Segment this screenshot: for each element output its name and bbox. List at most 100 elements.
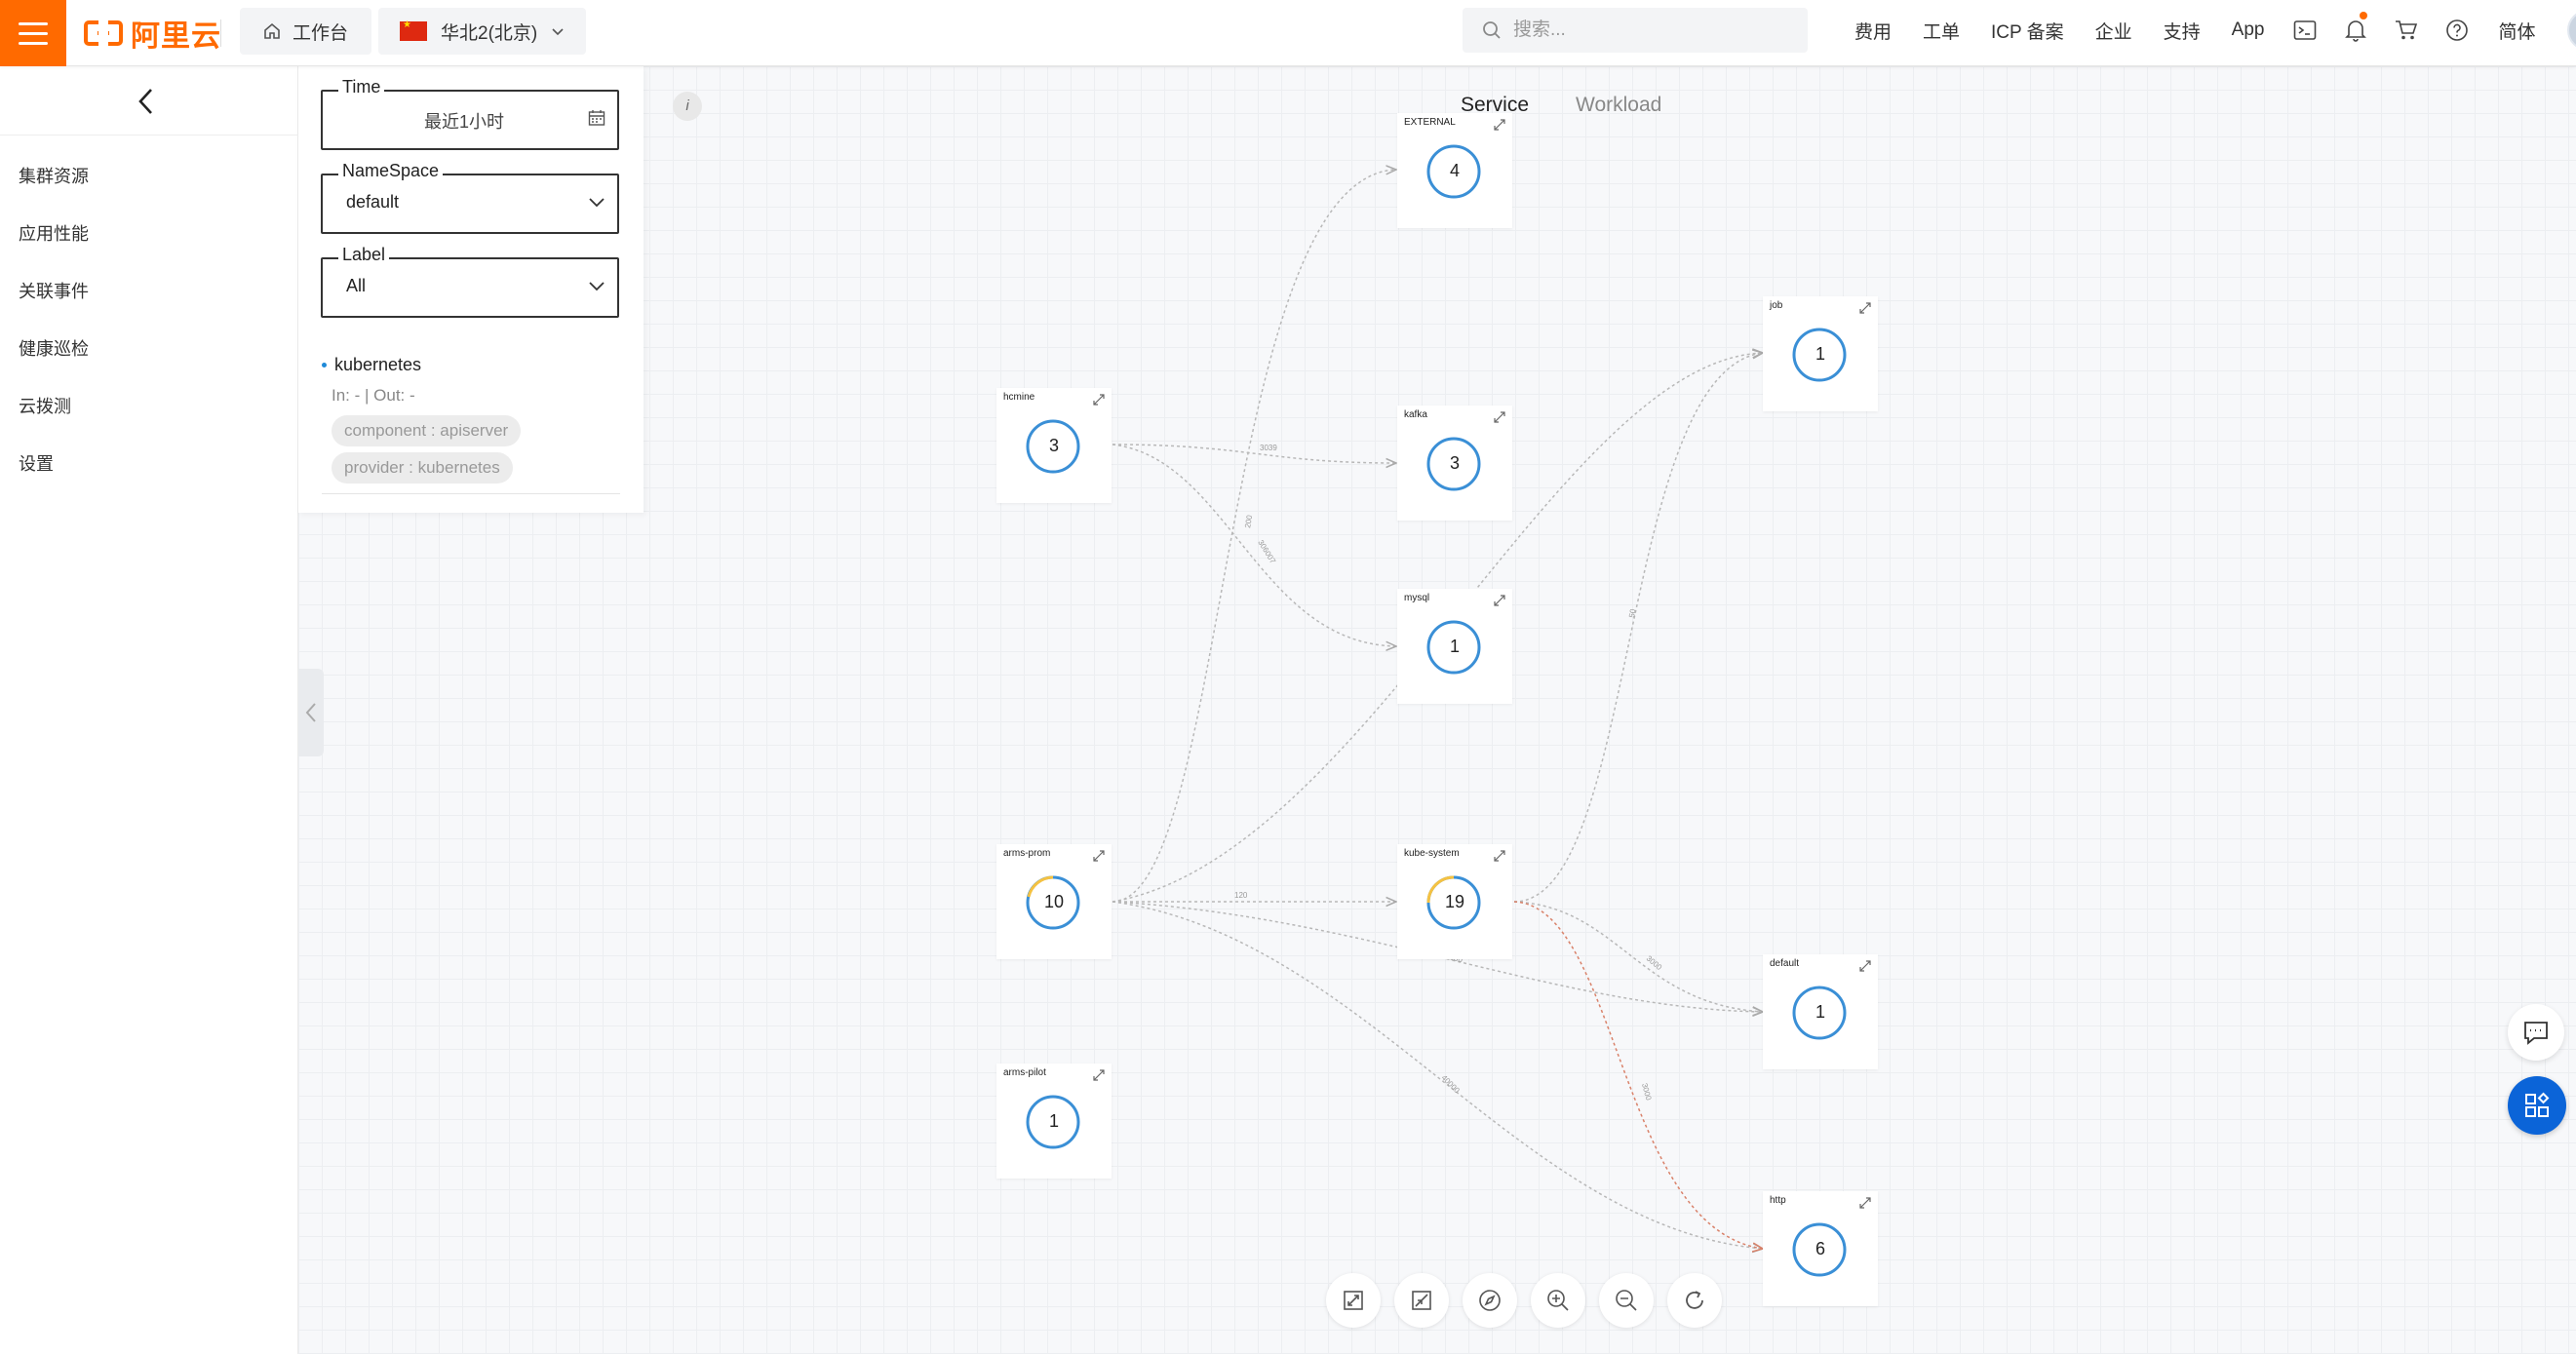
- graph-node-arms-prom[interactable]: arms-prom 10: [996, 844, 1112, 959]
- expand-icon[interactable]: [1092, 393, 1106, 406]
- nav-enterprise[interactable]: 企业: [2080, 18, 2148, 44]
- user-avatar[interactable]: [2566, 10, 2576, 51]
- help-icon[interactable]: [2432, 0, 2482, 60]
- expand-icon[interactable]: [1858, 959, 1872, 973]
- search-box[interactable]: [1463, 8, 1808, 53]
- tab-workload[interactable]: Workload: [1576, 94, 1661, 123]
- refresh-icon[interactable]: [1667, 1273, 1722, 1328]
- selected-node-title: kubernetes: [322, 355, 421, 375]
- namespace-select[interactable]: NameSpace default: [321, 161, 619, 234]
- expand-icon[interactable]: [1092, 849, 1106, 863]
- sidebar-item-app-performance[interactable]: 应用性能: [0, 206, 298, 263]
- back-arrow-icon[interactable]: [127, 82, 166, 121]
- graph-node-kube-system[interactable]: kube-system 19: [1397, 844, 1512, 959]
- selected-node-name: kubernetes: [334, 355, 422, 374]
- time-picker[interactable]: Time 最近1小时: [321, 77, 619, 150]
- expand-icon[interactable]: [1493, 410, 1506, 424]
- menu-icon[interactable]: [0, 0, 66, 66]
- search-icon: [1483, 21, 1501, 39]
- bell-icon[interactable]: [2330, 0, 2381, 60]
- label-value: All: [346, 276, 367, 295]
- expand-icon[interactable]: [1493, 118, 1506, 132]
- home-icon: [264, 22, 280, 39]
- node-label: default: [1770, 958, 1800, 969]
- sidebar-item-health-check[interactable]: 健康巡检: [0, 321, 298, 378]
- zoom-out-icon[interactable]: [1599, 1273, 1654, 1328]
- expand-icon[interactable]: [1493, 849, 1506, 863]
- node-label: arms-prom: [1003, 848, 1051, 859]
- expand-icon[interactable]: [1858, 1196, 1872, 1210]
- nav-icp[interactable]: ICP 备案: [1975, 18, 2080, 44]
- node-label: hcmine: [1003, 392, 1035, 403]
- actual-size-icon[interactable]: [1394, 1273, 1449, 1328]
- workbench-label: 工作台: [293, 22, 349, 44]
- chevron-down-icon: [589, 198, 605, 208]
- logo-text: 阿里云: [131, 20, 221, 53]
- sidebar-menu: 集群资源 应用性能 关联事件 健康巡检 云拨测 设置: [0, 148, 298, 493]
- node-count: 6: [1815, 1239, 1825, 1258]
- sidebar-item-settings[interactable]: 设置: [0, 436, 298, 493]
- nav-app[interactable]: App: [2216, 19, 2281, 41]
- graph-node-arms-pilot[interactable]: arms-pilot 1: [996, 1064, 1112, 1179]
- aliyun-logo[interactable]: 阿里云: [84, 14, 221, 53]
- compass-icon[interactable]: [1463, 1273, 1517, 1328]
- region-selector[interactable]: 华北2(北京): [378, 8, 587, 55]
- divider: [220, 19, 221, 47]
- logo-mark-icon: [84, 20, 123, 46]
- sidebar-item-cloud-probe[interactable]: 云拨测: [0, 378, 298, 436]
- node-label: EXTERNAL: [1404, 117, 1456, 128]
- label-label: Label: [338, 245, 390, 265]
- language-switch[interactable]: 简体: [2482, 18, 2551, 44]
- tag-provider: provider : kubernetes: [332, 452, 513, 484]
- tag-component: component : apiserver: [332, 415, 522, 446]
- node-label: mysql: [1404, 593, 1430, 603]
- graph-toolbar: [1326, 1273, 1722, 1328]
- node-count: 1: [1815, 344, 1825, 364]
- sidebar: 集群资源 应用性能 关联事件 健康巡检 云拨测 设置: [0, 66, 298, 1354]
- graph-node-job[interactable]: job 1: [1763, 296, 1878, 411]
- fit-view-icon[interactable]: [1326, 1273, 1381, 1328]
- search-input[interactable]: [1513, 19, 1786, 41]
- node-count: 3: [1048, 436, 1059, 455]
- namespace-value: default: [346, 192, 400, 212]
- graph-node-default[interactable]: default 1: [1763, 954, 1878, 1069]
- namespace-label: NameSpace: [338, 161, 444, 181]
- graph-node-mysql[interactable]: mysql 1: [1397, 589, 1512, 704]
- label-select[interactable]: Label All: [321, 245, 619, 318]
- sidebar-item-cluster-resources[interactable]: 集群资源: [0, 148, 298, 206]
- top-nav: 费用 工单 ICP 备案 企业 支持 App 简体: [1839, 0, 2576, 60]
- chat-icon[interactable]: [2508, 1004, 2564, 1061]
- node-count: 1: [1048, 1111, 1059, 1131]
- node-count: 4: [1449, 161, 1460, 180]
- top-bar: 阿里云 工作台 华北2(北京) 费用 工单 ICP 备案 企业 支持 App: [0, 0, 2576, 66]
- graph-node-hcmine[interactable]: hcmine 3: [996, 388, 1112, 503]
- nav-tickets[interactable]: 工单: [1907, 18, 1975, 44]
- chevron-left-icon: [305, 703, 316, 722]
- nav-billing[interactable]: 费用: [1839, 18, 1907, 44]
- expand-icon[interactable]: [1858, 301, 1872, 315]
- workbench-button[interactable]: 工作台: [240, 8, 372, 55]
- node-count: 19: [1444, 892, 1465, 911]
- chevron-down-icon: [589, 282, 605, 291]
- terminal-icon[interactable]: [2280, 0, 2330, 60]
- zoom-in-icon[interactable]: [1531, 1273, 1585, 1328]
- divider: [322, 493, 620, 494]
- cart-icon[interactable]: [2381, 0, 2432, 60]
- node-label: job: [1770, 300, 1783, 311]
- expand-icon[interactable]: [1092, 1068, 1106, 1082]
- time-value: 最近1小时: [423, 112, 504, 132]
- node-count: 10: [1043, 892, 1065, 911]
- graph-node-kafka[interactable]: kafka 3: [1397, 406, 1512, 521]
- node-label: http: [1770, 1195, 1786, 1206]
- panel-collapse-handle[interactable]: [298, 669, 324, 756]
- apps-grid-icon[interactable]: [2508, 1076, 2566, 1135]
- nav-support[interactable]: 支持: [2148, 18, 2216, 44]
- filter-panel: Time 最近1小时 NameSpace default Label All k…: [298, 66, 644, 513]
- graph-node-http[interactable]: http 6: [1763, 1191, 1878, 1306]
- sidebar-item-related-events[interactable]: 关联事件: [0, 263, 298, 321]
- expand-icon[interactable]: [1493, 594, 1506, 607]
- info-button[interactable]: i: [673, 92, 702, 121]
- graph-node-external[interactable]: EXTERNAL 4: [1397, 113, 1512, 228]
- region-label: 华北2(北京): [441, 22, 538, 44]
- status-dot: [322, 363, 327, 368]
